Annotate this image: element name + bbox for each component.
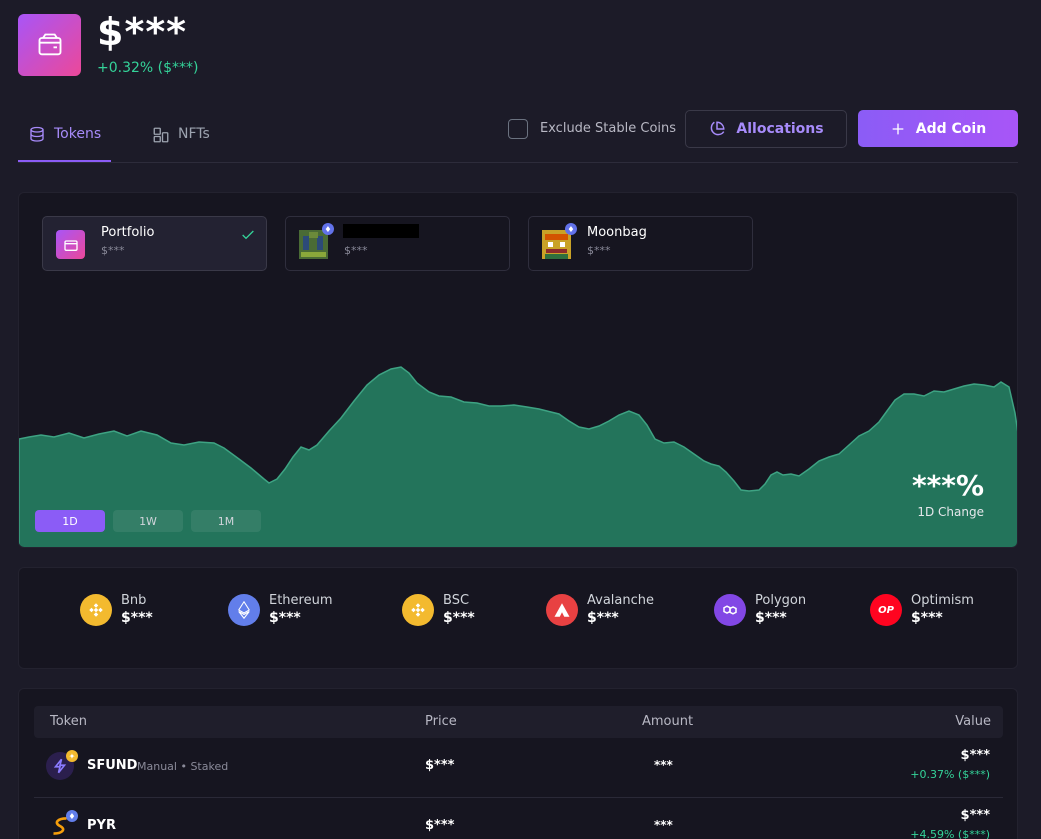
tabs-divider [18,162,1018,163]
token-change: +4.59% ($***) [910,828,990,839]
portfolio-card-portfolio[interactable]: Portfolio $*** [42,216,267,271]
change-period-label: 1D Change [917,505,984,519]
token-amount: *** [654,758,673,772]
portfolio-card-redacted[interactable]: ♦ $*** [285,216,510,271]
add-coin-button[interactable]: Add Coin [858,110,1018,147]
wallet-icon [56,230,85,259]
grid-icon [153,127,169,143]
wallet-logo [18,14,81,76]
token-amount: *** [654,818,673,832]
allocations-label: Allocations [736,121,824,137]
wallet-icon [38,33,61,56]
tab-tokens-label: Tokens [54,126,102,142]
total-balance: $*** [97,10,188,54]
exclude-stable-label: Exclude Stable Coins [540,121,677,136]
token-value: $*** [960,808,990,823]
portfolio-value: $*** [587,244,611,257]
active-tab-indicator [18,160,111,162]
portfolio-card-moonbag[interactable]: ♦ Moonbag $*** [528,216,753,271]
header-amount[interactable]: Amount [642,714,693,729]
chain-value: $*** [587,610,619,626]
nft-avatar-icon [299,230,328,259]
polygon-icon [714,594,746,626]
nft-avatar-icon [542,230,571,259]
ethereum-badge-icon: ♦ [322,223,334,235]
token-price: $*** [425,758,455,773]
tab-tokens[interactable]: Tokens [28,124,101,162]
chain-value: $*** [443,610,475,626]
range-1w-button[interactable]: 1W [113,510,183,532]
table-header: Token Price Amount Value [34,706,1003,738]
header-value[interactable]: Value [955,714,991,729]
exclude-stable-checkbox[interactable] [508,119,528,139]
tab-nfts-label: NFTs [178,126,210,142]
ethereum-badge-icon: ♦ [565,223,577,235]
bsc-icon [402,594,434,626]
total-change: +0.32% ($***) [97,60,199,76]
chain-value: $*** [755,610,787,626]
plus-icon [892,123,904,134]
bnb-badge-icon: ✦ [66,750,78,762]
tab-nfts[interactable]: NFTs [152,124,210,162]
chain-value: $*** [121,610,153,626]
token-tag: Manual • Staked [137,760,229,773]
token-symbol: PYR [87,818,116,833]
tokens-table: Token Price Amount Value ✦ SFUND Manual … [18,688,1018,839]
pie-chart-icon [711,121,725,136]
chain-name: Ethereum [269,593,333,608]
allocations-button[interactable]: Allocations [685,110,847,148]
header-token[interactable]: Token [50,714,87,729]
redacted-name [343,224,419,238]
chain-name: Polygon [755,593,807,608]
add-coin-label: Add Coin [915,120,987,137]
chain-name: Optimism [911,593,974,608]
chain-name: Avalanche [587,593,654,608]
portfolio-name: Portfolio [101,225,155,240]
portfolio-value: $*** [344,244,368,257]
avalanche-icon [546,594,578,626]
portfolio-name: Moonbag [587,225,647,240]
bnb-icon [80,594,112,626]
portfolio-value: $*** [101,244,125,257]
chain-name: BSC [443,593,470,608]
token-symbol: SFUND [87,758,138,773]
optimism-icon: OP [870,594,902,626]
checkmark-icon [242,230,254,240]
chains-panel: Bnb $*** Ethereum $*** BSC $*** Avalanch… [18,567,1018,669]
token-value: $*** [960,748,990,763]
range-1d-button[interactable]: 1D [35,510,105,532]
chain-value: $*** [911,610,943,626]
header-price[interactable]: Price [425,714,457,729]
portfolio-chart-panel: Portfolio $*** ♦ $*** ♦ Moonbag $*** 1D … [18,192,1018,548]
table-row[interactable]: ♦ PYR $*** *** $*** +4.59% ($***) [34,798,1003,839]
chain-value: $*** [269,610,301,626]
token-price: $*** [425,818,455,833]
change-percent: ***% [912,469,984,502]
token-change: +0.37% ($***) [910,768,990,781]
ethereum-icon [228,594,260,626]
table-row[interactable]: ✦ SFUND Manual • Staked $*** *** $*** +0… [34,738,1003,798]
chain-name: Bnb [121,593,147,608]
range-1m-button[interactable]: 1M [191,510,261,532]
database-icon [30,126,44,142]
ethereum-badge-icon: ♦ [66,810,78,822]
